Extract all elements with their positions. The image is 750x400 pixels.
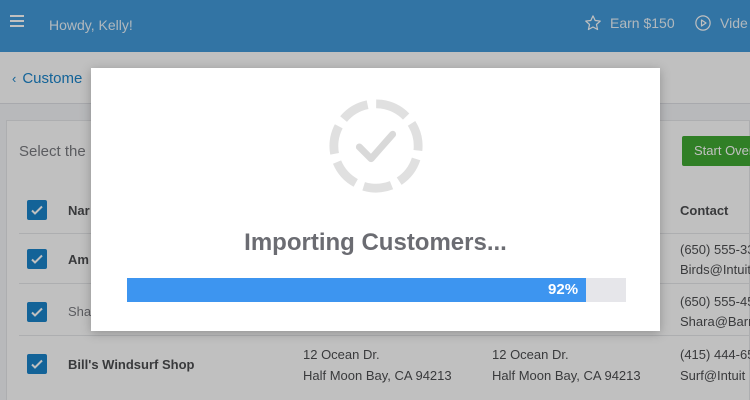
progress-bar-fill: 92% <box>127 278 587 302</box>
import-progress-bar: 92% <box>127 278 626 302</box>
circular-check-icon <box>329 99 423 193</box>
progress-percent-label: 92% <box>548 281 579 298</box>
import-progress-dialog: Importing Customers... 92% <box>91 68 660 331</box>
dialog-title: Importing Customers... <box>244 229 507 256</box>
